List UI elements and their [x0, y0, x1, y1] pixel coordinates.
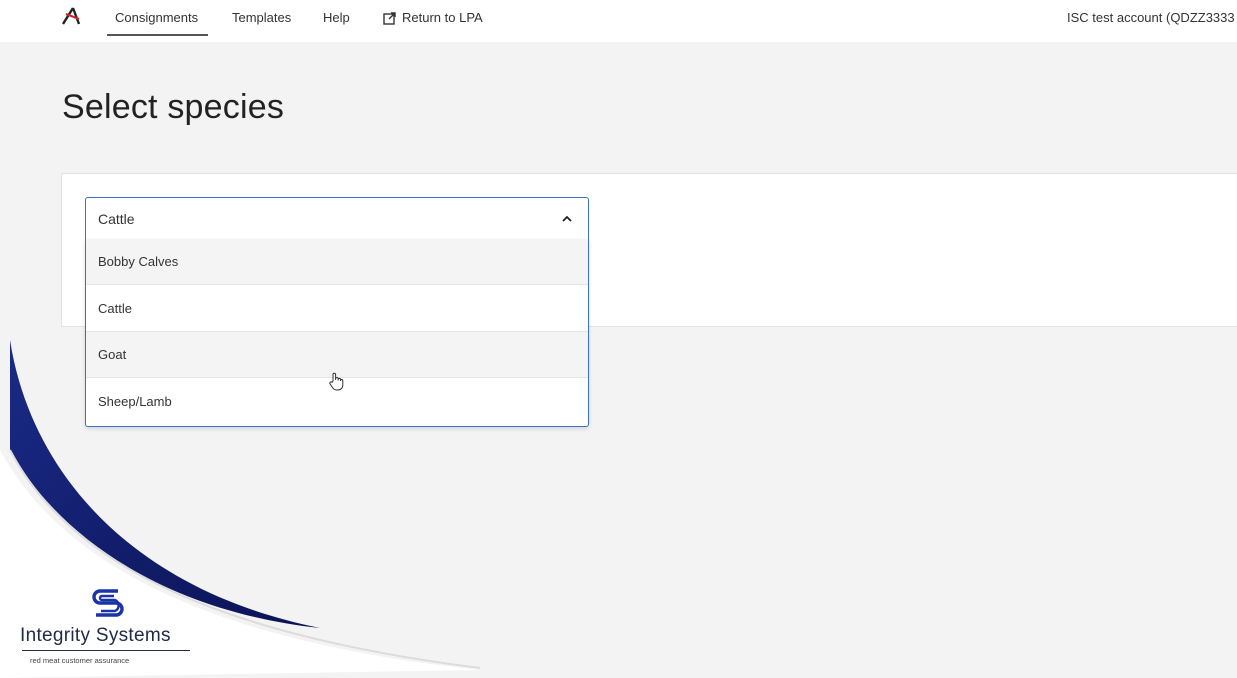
integrity-systems-logo-icon	[92, 589, 124, 617]
external-link-icon	[383, 11, 396, 25]
species-option-bobby-calves[interactable]: Bobby Calves	[86, 239, 588, 285]
species-dropdown-list: Bobby Calves Cattle Goat Sheep/Lamb	[85, 239, 589, 427]
brand-divider	[22, 650, 190, 651]
page-title: Select species	[62, 88, 285, 126]
nav-consignments[interactable]: Consignments	[115, 10, 198, 26]
app-logo-icon[interactable]	[60, 5, 82, 27]
brand-name: Integrity Systems	[20, 625, 171, 646]
chevron-up-icon	[562, 215, 572, 222]
species-select-value: Cattle	[98, 211, 135, 227]
nav-templates[interactable]: Templates	[232, 10, 291, 26]
species-select[interactable]: Cattle	[85, 197, 589, 240]
brand-tagline: red meat customer assurance	[30, 656, 130, 665]
nav-return-label: Return to LPA	[402, 10, 483, 25]
active-tab-indicator	[107, 34, 208, 36]
hand-cursor-icon	[329, 372, 344, 391]
nav-return-to-lpa[interactable]: Return to LPA	[383, 10, 483, 26]
nav-help[interactable]: Help	[323, 10, 350, 26]
top-navigation: Consignments Templates Help Return to LP…	[0, 0, 1237, 42]
account-name[interactable]: ISC test account (QDZZ3333	[1067, 10, 1237, 25]
species-option-cattle[interactable]: Cattle	[86, 286, 588, 332]
